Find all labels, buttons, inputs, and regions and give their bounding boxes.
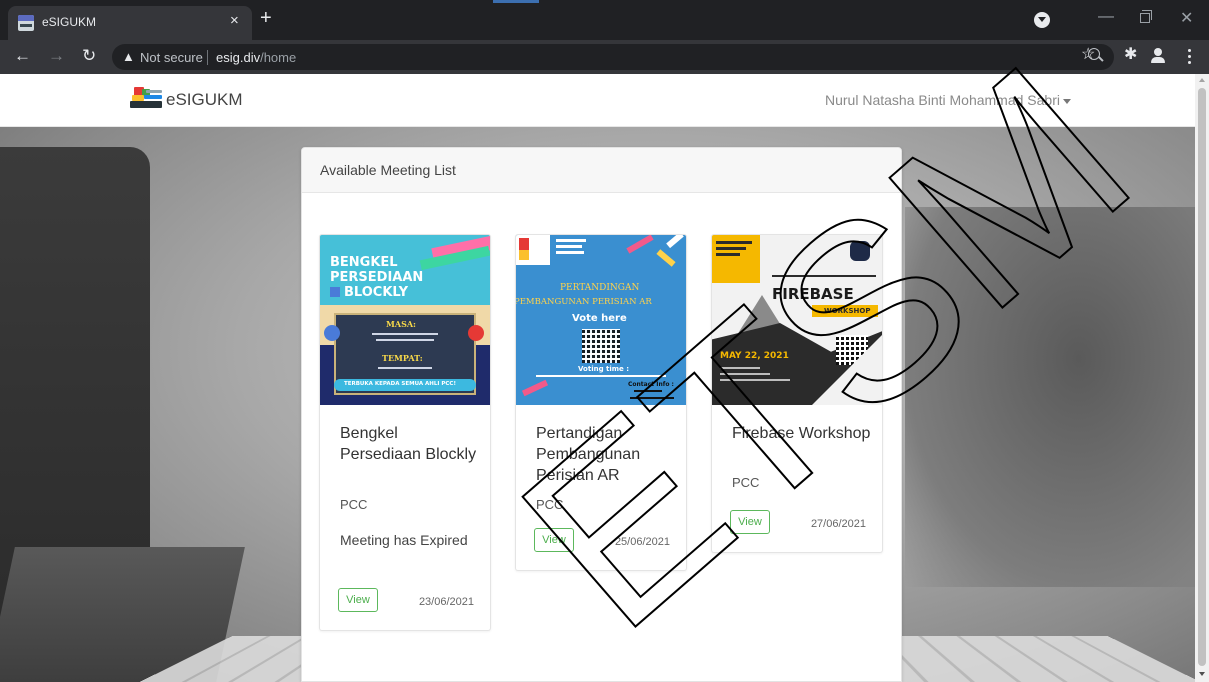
user-menu-toggle[interactable]: Nurul Natasha Binti Mohammad Sabri <box>825 92 1060 108</box>
poster-text: TEMPAT: <box>382 353 423 363</box>
scroll-down-arrow-icon[interactable] <box>1199 672 1205 676</box>
new-tab-icon[interactable]: + <box>260 8 272 28</box>
reload-icon[interactable]: ↻ <box>82 47 96 65</box>
window-minimize-icon[interactable]: — <box>1098 8 1114 26</box>
meeting-title: Pertandigan Pembangunan Perisian AR <box>536 425 641 484</box>
background-blur-shape <box>905 207 1195 587</box>
tab-close-icon[interactable]: × <box>230 12 239 30</box>
caret-down-icon[interactable] <box>1063 99 1071 104</box>
poster-text: MASA: <box>386 319 416 329</box>
meeting-card: PERTANDINGAN PEMBANGUNAN PERISIAN AR Vot… <box>515 234 687 571</box>
url-host: esig.div <box>216 50 261 65</box>
browser-toolbar: ← → ↻ ▲ Not secure esig.div/home ☆ ✱ <box>0 40 1209 74</box>
poster-text: PERTANDINGAN <box>560 283 640 293</box>
poster-text: Vote here <box>572 313 627 324</box>
site-navbar: eSIGUKM Nurul Natasha Binti Mohammad Sab… <box>0 74 1195 127</box>
poster-text: MAY 22, 2021 <box>720 351 789 361</box>
panel-header: Available Meeting List <box>302 148 901 193</box>
brand-name-link[interactable]: eSIGUKM <box>166 90 243 110</box>
tab-title: eSIGUKM <box>42 15 97 29</box>
meeting-list-panel: Available Meeting List BENGKEL PERSEDIAA… <box>301 147 902 682</box>
back-arrow-icon[interactable]: ← <box>14 47 31 65</box>
poster-text: PEMBANGUNAN PERISIAN AR <box>516 297 652 307</box>
scrollbar-thumb[interactable] <box>1198 88 1206 666</box>
panel-title: Available Meeting List <box>320 162 456 178</box>
profile-icon[interactable] <box>1150 48 1166 64</box>
meeting-organizer: PCC <box>536 497 564 512</box>
poster-text: BENGKEL <box>330 255 398 270</box>
address-bar[interactable]: ▲ Not secure esig.div/home <box>112 44 1114 70</box>
window-restore-icon[interactable] <box>1140 10 1152 23</box>
browser-tab[interactable]: eSIGUKM × <box>8 6 252 40</box>
browser-tab-bar: eSIGUKM × + — ✕ <box>0 0 1209 40</box>
page-viewport: eSIGUKM Nurul Natasha Binti Mohammad Sab… <box>0 74 1195 682</box>
security-indicator[interactable]: Not secure <box>140 50 203 65</box>
tab-strip-indicator <box>493 0 539 3</box>
view-button[interactable]: View <box>534 528 574 552</box>
meeting-organizer: PCC <box>732 475 760 490</box>
meeting-title: Firebase Workshop <box>732 425 871 442</box>
bookmark-star-icon[interactable]: ☆ <box>1081 46 1095 64</box>
poster-text: Voting time : <box>578 365 630 373</box>
url-path: /home <box>260 50 297 65</box>
meeting-date: 25/06/2021 <box>614 536 670 548</box>
forward-arrow-icon[interactable]: → <box>48 47 65 65</box>
meeting-card: BENGKEL PERSEDIAAN BLOCKLY MASA: TEMPAT:… <box>319 234 491 631</box>
favicon-icon <box>18 15 34 31</box>
page-scrollbar[interactable] <box>1195 74 1209 682</box>
extensions-puzzle-icon[interactable]: ✱ <box>1124 45 1137 65</box>
view-button[interactable]: View <box>730 510 770 534</box>
meeting-date: 27/06/2021 <box>810 518 866 530</box>
meeting-card: FIREBASE WORKSHOP MAY 22, 2021 Firebase … <box>711 234 883 553</box>
scroll-up-arrow-icon[interactable] <box>1199 78 1205 82</box>
poster-text: PERSEDIAAN <box>330 270 424 285</box>
meeting-poster-image[interactable]: PERTANDINGAN PEMBANGUNAN PERISIAN AR Vot… <box>516 235 686 405</box>
warning-triangle-icon[interactable]: ▲ <box>122 49 135 64</box>
meeting-poster-image[interactable]: FIREBASE WORKSHOP MAY 22, 2021 <box>712 235 882 405</box>
meeting-organizer: PCC <box>340 497 368 512</box>
brand-logo-icon[interactable] <box>130 87 162 109</box>
poster-text: BLOCKLY <box>344 285 409 300</box>
browser-menu-icon[interactable] <box>1188 49 1191 64</box>
poster-text: TERBUKA KEPADA SEMUA AHLI PCC! <box>344 381 456 387</box>
meeting-date: 23/06/2021 <box>418 596 474 608</box>
media-record-icon[interactable] <box>1034 12 1050 28</box>
meeting-status: Meeting has Expired <box>340 532 468 548</box>
url-text[interactable]: esig.div/home <box>216 50 296 65</box>
view-button[interactable]: View <box>338 588 378 612</box>
address-separator <box>207 50 208 65</box>
meeting-title: Bengkel Persediaan Blockly <box>340 425 477 463</box>
meeting-poster-image[interactable]: BENGKEL PERSEDIAAN BLOCKLY MASA: TEMPAT:… <box>320 235 490 405</box>
window-close-icon[interactable]: ✕ <box>1180 8 1193 28</box>
poster-text: WORKSHOP <box>824 307 871 315</box>
poster-text: Contact Info : <box>628 381 674 388</box>
